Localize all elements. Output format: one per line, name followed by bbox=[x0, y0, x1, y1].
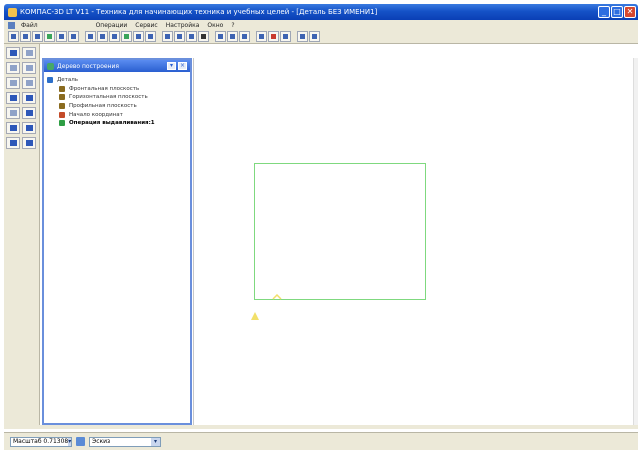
tree-node-icon bbox=[47, 77, 53, 84]
tree-node[interactable]: Профильная плоскость bbox=[47, 102, 187, 111]
tree-node-label: Профильная плоскость bbox=[69, 103, 137, 110]
window-controls: _ □ ✕ bbox=[598, 6, 636, 18]
sketch-rectangle[interactable] bbox=[254, 163, 426, 300]
revolve-icon[interactable] bbox=[22, 62, 36, 74]
tree-panel-header[interactable]: Дерево построения ▾ × bbox=[44, 60, 190, 72]
open-icon[interactable] bbox=[32, 31, 43, 42]
settings-icon[interactable] bbox=[297, 31, 308, 42]
orient-icon[interactable] bbox=[227, 31, 238, 42]
loft-icon[interactable] bbox=[6, 77, 20, 89]
main-toolbar bbox=[4, 30, 638, 44]
hidden-lines-icon[interactable] bbox=[174, 31, 185, 42]
tree-node-label: Фронтальная плоскость bbox=[69, 85, 140, 92]
bottom-frame bbox=[4, 425, 638, 429]
view-orientation-icon[interactable] bbox=[76, 437, 85, 446]
tree-node-icon bbox=[59, 120, 65, 127]
hole-icon[interactable] bbox=[22, 92, 36, 104]
section-icon[interactable] bbox=[239, 31, 250, 42]
zoom-window-icon[interactable] bbox=[109, 31, 120, 42]
sweep-icon[interactable] bbox=[22, 77, 36, 89]
shaded-icon[interactable] bbox=[186, 31, 197, 42]
help-icon[interactable] bbox=[309, 31, 320, 42]
pan-icon[interactable] bbox=[121, 31, 132, 42]
tree-node-label: Операция выдавливания:1 bbox=[69, 120, 155, 127]
maximize-button[interactable]: □ bbox=[611, 6, 623, 18]
scale-select[interactable]: Масштаб 0.71308 ▾ bbox=[10, 436, 72, 447]
tree-node-icon bbox=[59, 85, 65, 92]
perspective-icon[interactable] bbox=[198, 31, 209, 42]
app-logo-icon bbox=[8, 7, 17, 17]
rotate-icon[interactable] bbox=[145, 31, 156, 42]
chevron-down-icon[interactable]: ▾ bbox=[151, 437, 160, 446]
sketch-icon[interactable] bbox=[215, 31, 226, 42]
cut-icon[interactable] bbox=[6, 92, 20, 104]
origin-icon bbox=[251, 312, 259, 320]
zoom-out-icon[interactable] bbox=[97, 31, 108, 42]
menu-item-window[interactable]: Окно bbox=[203, 22, 227, 29]
menu-item-help[interactable]: ? bbox=[227, 22, 238, 29]
fillet-icon[interactable] bbox=[6, 107, 20, 119]
model-tree-panel: Дерево построения ▾ × Деталь Фронтальная … bbox=[42, 58, 192, 425]
library-icon[interactable] bbox=[256, 31, 267, 42]
close-button[interactable]: ✕ bbox=[624, 6, 636, 18]
tree-node-icon bbox=[59, 103, 65, 110]
mirror-icon[interactable] bbox=[22, 137, 36, 149]
title-bar: КОМПАС-3D LT V11 - Техника для начинающи… bbox=[4, 4, 638, 20]
status-bar: Масштаб 0.71308 ▾ Эскиз ▾ bbox=[4, 432, 638, 450]
vertical-scrollbar[interactable] bbox=[633, 58, 638, 425]
fit-all-icon[interactable] bbox=[133, 31, 144, 42]
tree-panel-pin-button[interactable]: ▾ bbox=[167, 62, 176, 70]
menu-bar: Файл Операции Сервис Настройка Окно ? bbox=[4, 20, 638, 30]
compact-panel bbox=[4, 44, 40, 425]
view-value: Эскиз bbox=[92, 438, 111, 445]
properties-icon[interactable] bbox=[268, 31, 279, 42]
tree-node[interactable]: Деталь bbox=[47, 76, 187, 85]
tree-node-label: Деталь bbox=[57, 77, 79, 84]
array-icon[interactable] bbox=[6, 137, 20, 149]
shell-icon[interactable] bbox=[6, 122, 20, 134]
document-icon[interactable] bbox=[8, 21, 15, 29]
menu-item-settings[interactable]: Настройка bbox=[162, 22, 204, 29]
tree-node-icon bbox=[59, 94, 65, 101]
menu-item-service[interactable]: Сервис bbox=[131, 22, 161, 29]
save-icon[interactable] bbox=[44, 31, 55, 42]
chevron-down-icon[interactable]: ▾ bbox=[68, 437, 72, 446]
menu-item-operations[interactable]: Операции bbox=[92, 22, 132, 29]
tree-node-icon bbox=[59, 111, 65, 118]
scale-value: Масштаб 0.71308 bbox=[13, 438, 69, 445]
model-tree: Деталь Фронтальная плоскость Горизонтальна… bbox=[44, 72, 190, 132]
minimize-button[interactable]: _ bbox=[598, 6, 610, 18]
tree-node-label: Горизонтальная плоскость bbox=[69, 94, 148, 101]
print-icon[interactable] bbox=[56, 31, 67, 42]
rib-icon[interactable] bbox=[22, 122, 36, 134]
new-file-icon[interactable] bbox=[20, 31, 31, 42]
preview-icon[interactable] bbox=[68, 31, 79, 42]
tree-panel-title: Дерево построения bbox=[57, 62, 119, 70]
measure-icon[interactable] bbox=[280, 31, 291, 42]
extrude-icon[interactable] bbox=[6, 62, 20, 74]
tree-node[interactable]: Операция выдавливания:1 bbox=[47, 119, 187, 128]
chamfer-icon[interactable] bbox=[22, 107, 36, 119]
view-select[interactable]: Эскиз ▾ bbox=[89, 436, 161, 447]
tree-node[interactable]: Начало координат bbox=[47, 110, 187, 119]
menu-item-file[interactable]: Файл bbox=[17, 22, 42, 29]
tree-icon bbox=[47, 62, 54, 70]
window-title: КОМПАС-3D LT V11 - Техника для начинающи… bbox=[20, 8, 378, 16]
tree-node[interactable]: Фронтальная плоскость bbox=[47, 85, 187, 94]
pointer-icon[interactable] bbox=[22, 47, 36, 59]
wireframe-icon[interactable] bbox=[162, 31, 173, 42]
new-document-icon[interactable] bbox=[8, 31, 19, 42]
tree-panel-close-button[interactable]: × bbox=[178, 62, 187, 70]
tree-node[interactable]: Горизонтальная плоскость bbox=[47, 93, 187, 102]
sketch-point-marker bbox=[272, 294, 282, 300]
tree-node-label: Начало координат bbox=[69, 111, 123, 118]
zoom-in-icon[interactable] bbox=[85, 31, 96, 42]
axes-icon[interactable] bbox=[6, 47, 20, 59]
